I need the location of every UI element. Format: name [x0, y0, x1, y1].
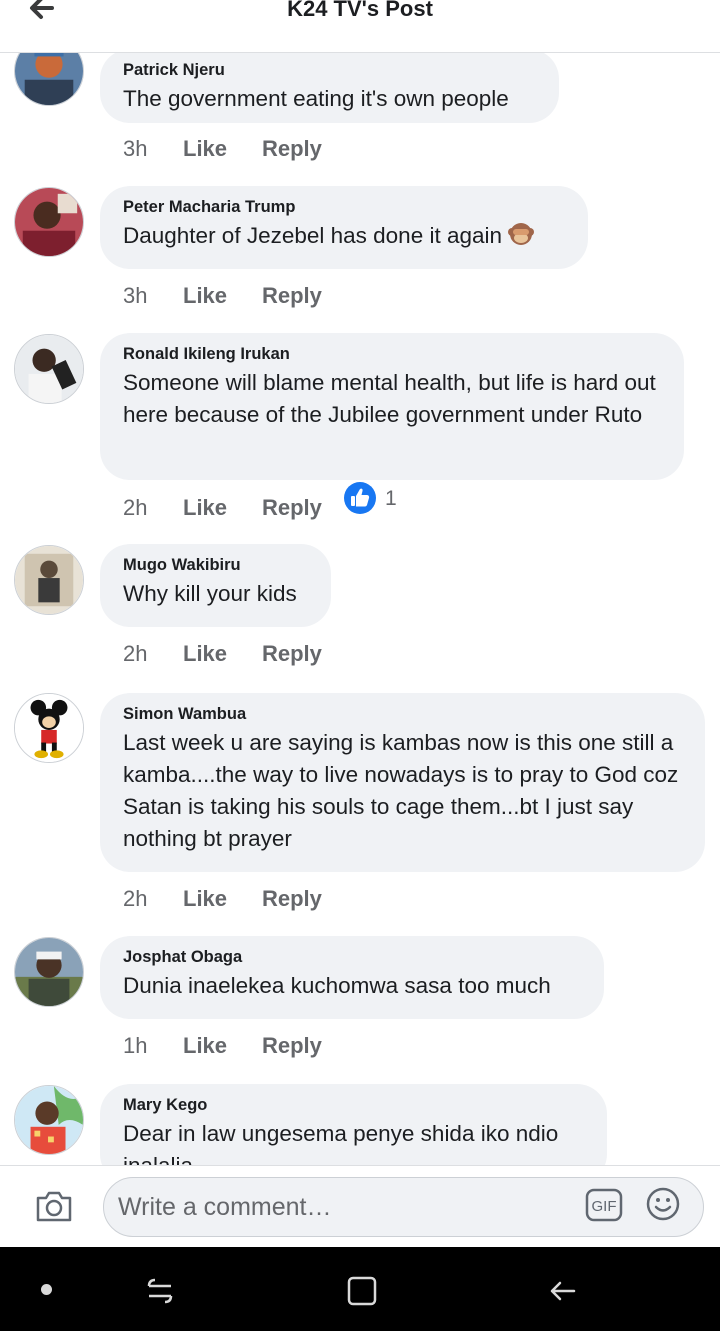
- comment-timestamp: 2h: [123, 886, 148, 911]
- svg-text:GIF: GIF: [592, 1198, 617, 1215]
- comment-author[interactable]: Patrick Njeru: [123, 60, 536, 80]
- comment-timestamp: 2h: [123, 495, 148, 520]
- reply-button[interactable]: Reply: [262, 495, 322, 521]
- comment-bubble[interactable]: Ronald Ikileng Irukan Someone will blame…: [100, 333, 684, 480]
- comment-bubble[interactable]: Mugo Wakibiru Why kill your kids: [100, 544, 331, 627]
- avatar[interactable]: [14, 937, 84, 1007]
- reaction-count[interactable]: 1: [385, 487, 397, 511]
- comment-timestamp: 1h: [123, 1033, 148, 1058]
- page-title: K24 TV's Post: [287, 0, 433, 21]
- avatar[interactable]: [14, 545, 84, 615]
- like-button[interactable]: Like: [183, 495, 227, 521]
- camera-icon[interactable]: [34, 1188, 74, 1224]
- comment-bubble[interactable]: Patrick Njeru The government eating it's…: [100, 53, 559, 123]
- comment-author[interactable]: Peter Macharia Trump: [123, 197, 565, 217]
- comment-text-body: Daughter of Jezebel has done it again: [123, 223, 503, 248]
- comment-text: Someone will blame mental health, but li…: [123, 370, 656, 427]
- see-no-evil-monkey-emoji: [508, 223, 535, 245]
- comment-bubble[interactable]: Josphat Obaga Dunia inaelekea kuchomwa s…: [100, 936, 604, 1019]
- system-nav-bar: [0, 1247, 720, 1331]
- reply-button[interactable]: Reply: [262, 283, 322, 309]
- comment-text: Why kill your kids: [123, 581, 297, 606]
- smiley-icon[interactable]: [645, 1186, 681, 1222]
- comment-composer: Write a comment… GIF: [0, 1165, 720, 1248]
- reply-button[interactable]: Reply: [262, 886, 322, 912]
- comment-bubble[interactable]: Peter Macharia Trump Daughter of Jezebel…: [100, 186, 588, 269]
- recent-apps-icon[interactable]: [143, 1274, 177, 1308]
- comment-author[interactable]: Simon Wambua: [123, 704, 682, 724]
- comment-text: Last week u are saying is kambas now is …: [123, 730, 679, 851]
- comment-author[interactable]: Mugo Wakibiru: [123, 555, 308, 575]
- comment-timestamp: 3h: [123, 136, 148, 161]
- avatar[interactable]: [14, 693, 84, 763]
- like-button[interactable]: Like: [183, 886, 227, 912]
- reply-button[interactable]: Reply: [262, 1033, 322, 1059]
- comment-text: The government eating it's own people: [123, 86, 509, 111]
- like-button[interactable]: Like: [183, 1033, 227, 1059]
- comment-author[interactable]: Mary Kego: [123, 1095, 584, 1115]
- reply-button[interactable]: Reply: [262, 136, 322, 162]
- comment-bubble[interactable]: Mary Kego Dear in law ungesema penye shi…: [100, 1084, 607, 1165]
- comment-text: Daughter of Jezebel has done it again: [123, 220, 565, 252]
- back-icon[interactable]: [546, 1274, 580, 1308]
- like-button[interactable]: Like: [183, 641, 227, 667]
- home-icon[interactable]: [345, 1274, 379, 1308]
- like-button[interactable]: Like: [183, 136, 227, 162]
- comment-author[interactable]: Ronald Ikileng Irukan: [123, 344, 661, 364]
- comment-feed[interactable]: Patrick Njeru The government eating it's…: [0, 53, 720, 1165]
- comment-author[interactable]: Josphat Obaga: [123, 947, 581, 967]
- post-header: K24 TV's Post: [0, 0, 720, 53]
- avatar[interactable]: [14, 53, 84, 106]
- comment-timestamp: 2h: [123, 641, 148, 666]
- avatar[interactable]: [14, 334, 84, 404]
- comment-text: Dear in law ungesema penye shida iko ndi…: [123, 1121, 559, 1165]
- gif-icon[interactable]: GIF: [585, 1188, 623, 1222]
- thumbs-up-icon[interactable]: [343, 481, 377, 515]
- avatar[interactable]: [14, 187, 84, 257]
- comment-bubble[interactable]: Simon Wambua Last week u are saying is k…: [100, 693, 705, 872]
- comment-text: Dunia inaelekea kuchomwa sasa too much: [123, 973, 551, 998]
- avatar[interactable]: [14, 1085, 84, 1155]
- reply-button[interactable]: Reply: [262, 641, 322, 667]
- comment-timestamp: 3h: [123, 283, 148, 308]
- like-button[interactable]: Like: [183, 283, 227, 309]
- assistant-dot-icon[interactable]: [41, 1284, 52, 1295]
